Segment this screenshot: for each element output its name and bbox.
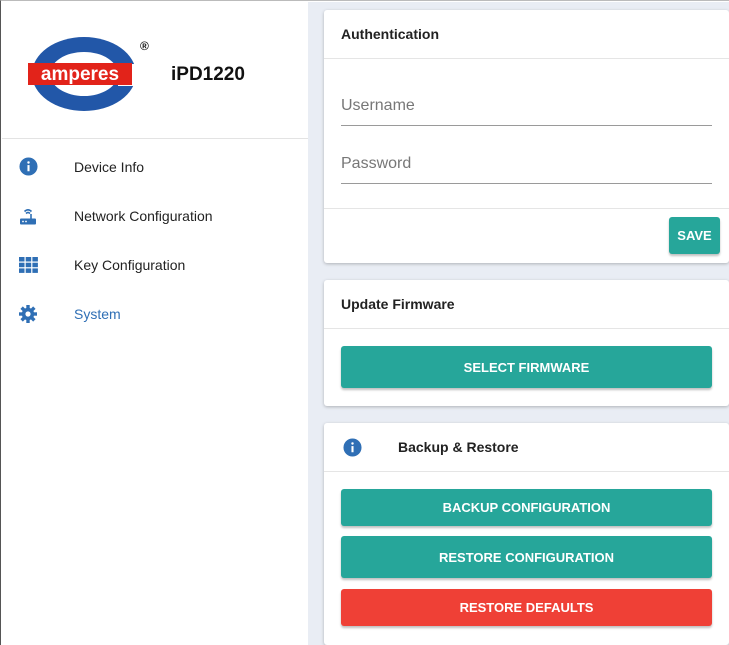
card-title: Backup & Restore xyxy=(398,439,519,455)
grid-icon xyxy=(18,255,38,275)
sidebar-item-network-configuration[interactable]: Network Configuration xyxy=(2,191,308,240)
username-input[interactable] xyxy=(341,86,712,125)
save-button[interactable]: SAVE xyxy=(669,217,720,254)
select-firmware-button[interactable]: SELECT FIRMWARE xyxy=(341,346,712,388)
sidebar-item-label: Key Configuration xyxy=(74,256,186,273)
info-icon[interactable] xyxy=(343,438,362,460)
authentication-card: Authentication SAVE xyxy=(324,10,729,263)
registered-mark: ® xyxy=(140,39,149,53)
gear-icon xyxy=(18,304,38,324)
sidebar-item-label: Network Configuration xyxy=(74,207,213,224)
card-title: Update Firmware xyxy=(324,280,729,329)
sidebar: amperes ® iPD1220 Device Info Network Co… xyxy=(2,2,308,645)
card-header: Backup & Restore xyxy=(324,423,729,472)
restore-configuration-button[interactable]: RESTORE CONFIGURATION xyxy=(341,536,712,578)
info-icon xyxy=(18,157,38,177)
backup-restore-card: Backup & Restore BACKUP CONFIGURATION RE… xyxy=(324,423,729,645)
sidebar-item-label: System xyxy=(74,305,121,322)
amperes-logo: amperes ® xyxy=(28,37,149,111)
main-content: Authentication SAVE Update Firmware SELE… xyxy=(308,2,729,645)
device-model: iPD1220 xyxy=(171,64,245,85)
app-window: amperes ® iPD1220 Device Info Network Co… xyxy=(0,0,729,645)
sidebar-item-system[interactable]: System xyxy=(2,289,308,338)
sidebar-item-key-configuration[interactable]: Key Configuration xyxy=(2,240,308,289)
restore-defaults-button[interactable]: RESTORE DEFAULTS xyxy=(341,589,712,626)
card-divider xyxy=(324,208,729,209)
card-title: Authentication xyxy=(324,10,729,59)
sidebar-item-label: Device Info xyxy=(74,158,145,175)
password-input[interactable] xyxy=(341,144,712,183)
sidebar-nav: Device Info Network Configuration Key Co… xyxy=(2,142,308,338)
brand-header: amperes ® iPD1220 xyxy=(2,2,308,139)
sidebar-item-device-info[interactable]: Device Info xyxy=(2,142,308,191)
password-field[interactable] xyxy=(341,144,712,184)
update-firmware-card: Update Firmware SELECT FIRMWARE xyxy=(324,280,729,406)
username-field[interactable] xyxy=(341,86,712,126)
backup-configuration-button[interactable]: BACKUP CONFIGURATION xyxy=(341,489,712,526)
logo-text: amperes xyxy=(41,64,119,85)
router-icon xyxy=(18,206,38,226)
